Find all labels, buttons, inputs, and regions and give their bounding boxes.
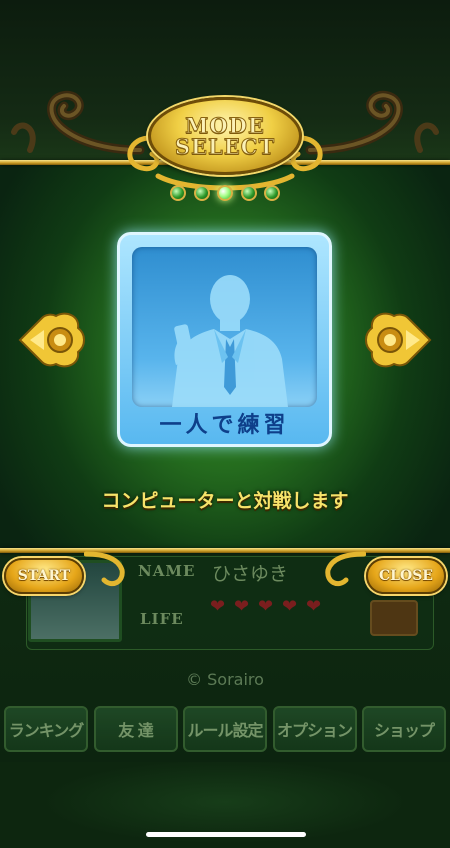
mode-select-badge: MODE SELECT bbox=[148, 97, 302, 175]
left-button-flourish bbox=[84, 551, 125, 587]
mode-description: コンピューターと対戦します bbox=[101, 490, 349, 512]
heart-icon: ❤ bbox=[282, 596, 298, 617]
name-value: ひさゆき bbox=[212, 563, 289, 585]
start-button[interactable]: START bbox=[4, 558, 84, 594]
right-button-flourish bbox=[325, 551, 366, 587]
mode-card-image bbox=[132, 247, 317, 407]
name-label: NAME bbox=[138, 562, 196, 580]
nav-shop[interactable]: ショップ bbox=[362, 706, 446, 752]
heart-icon: ❤ bbox=[306, 596, 322, 617]
page-dot-active bbox=[217, 185, 233, 201]
close-button[interactable]: CLOSE bbox=[366, 558, 446, 594]
mode-card-practice[interactable]: 一人で練習 bbox=[117, 232, 332, 447]
game-stage: NAME ひさゆき LIFE ❤ ❤ ❤ ❤ ❤ © Sorairo ランキング… bbox=[0, 0, 450, 848]
life-hearts: ❤ ❤ ❤ ❤ ❤ bbox=[210, 596, 326, 617]
gift-icon bbox=[370, 600, 418, 636]
page-indicator bbox=[170, 182, 280, 204]
copyright: © Sorairo bbox=[186, 670, 264, 689]
heart-icon: ❤ bbox=[234, 596, 250, 617]
nav-ranking[interactable]: ランキング bbox=[4, 706, 88, 752]
nav-friends[interactable]: 友 達 bbox=[93, 706, 178, 752]
life-label: LIFE bbox=[140, 610, 184, 628]
page-dot bbox=[170, 185, 186, 201]
mode-title-line1: MODE bbox=[185, 113, 265, 138]
nav-options[interactable]: オプション bbox=[272, 706, 357, 752]
page-dot bbox=[240, 185, 257, 201]
mode-title-line2: SELECT bbox=[174, 134, 276, 159]
businessman-phone-icon bbox=[172, 275, 288, 407]
bottom-gold-rail bbox=[0, 548, 450, 553]
home-indicator[interactable] bbox=[146, 832, 306, 837]
left-arrow-icon[interactable] bbox=[16, 306, 86, 374]
nav-rule-settings[interactable]: ルール設定 bbox=[183, 706, 267, 752]
right-arrow-icon[interactable] bbox=[364, 306, 434, 374]
bottom-nav: ランキング 友 達 ルール設定 オプション ショップ bbox=[4, 706, 446, 754]
page-dot bbox=[193, 185, 210, 201]
mode-card-label: 一人で練習 bbox=[159, 413, 290, 438]
heart-icon: ❤ bbox=[210, 596, 226, 617]
heart-icon: ❤ bbox=[258, 596, 274, 617]
page-dot bbox=[264, 185, 280, 201]
